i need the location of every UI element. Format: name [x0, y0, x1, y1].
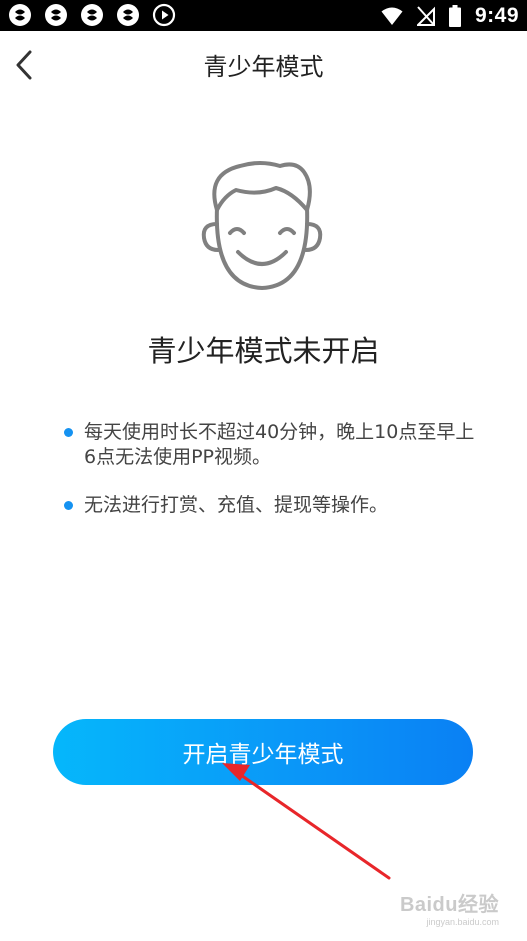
play-circle-icon	[152, 3, 176, 27]
teen-mode-screen: 9:49 青少年模式 青少年模式未开启 每天使用时长不超过40分钟，晚上10点至…	[0, 0, 527, 941]
battery-icon	[448, 4, 461, 27]
rule-item: 无法进行打赏、充值、提现等操作。	[62, 493, 482, 518]
system-icons: 9:49	[381, 0, 519, 31]
notification-icons	[8, 3, 176, 27]
app-icon	[81, 4, 103, 26]
status-bar: 9:49	[0, 0, 527, 31]
wifi-icon	[381, 7, 403, 25]
app-icon	[9, 4, 31, 26]
watermark-url: jingyan.baidu.com	[426, 917, 499, 927]
smiling-face-icon	[201, 161, 323, 290]
enable-teen-mode-button[interactable]: 开启青少年模式	[53, 719, 473, 785]
rules-list: 每天使用时长不超过40分钟，晚上10点至早上6点无法使用PP视频。 无法进行打赏…	[62, 420, 482, 518]
page-title: 青少年模式	[203, 53, 324, 81]
rule-text: 每天使用时长不超过40分钟，晚上10点至早上6点无法使用PP视频。	[84, 421, 475, 468]
baidu-jingyan-watermark: Baidu经验 jingyan.baidu.com	[400, 888, 499, 927]
app-icon	[117, 4, 139, 26]
watermark-logo: Baidu经验	[399, 894, 499, 916]
teen-mode-status-heading: 青少年模式未开启	[147, 334, 380, 368]
app-icon	[45, 4, 67, 26]
bullet-dot	[64, 428, 73, 437]
clock: 9:49	[474, 3, 519, 27]
rule-item: 每天使用时长不超过40分钟，晚上10点至早上6点无法使用PP视频。	[62, 420, 482, 470]
no-signal-icon	[416, 5, 435, 26]
nav-bar: 青少年模式	[0, 31, 527, 103]
rule-text: 无法进行打赏、充值、提现等操作。	[84, 494, 389, 516]
bullet-dot	[64, 501, 73, 510]
